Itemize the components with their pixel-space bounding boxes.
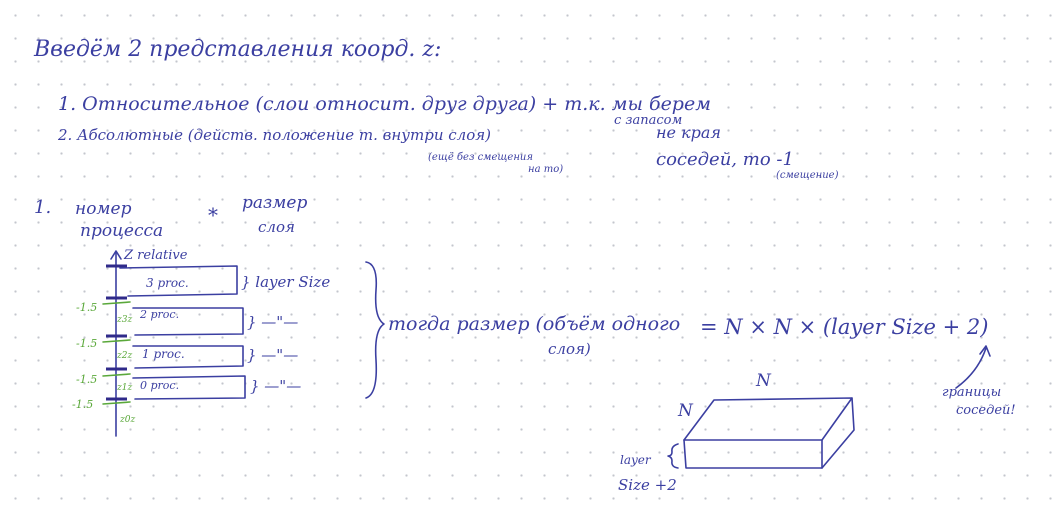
big-brace [365, 261, 385, 399]
box-top-label: N [755, 371, 772, 391]
offset-tick-3 [102, 301, 131, 305]
then-size-subtext: слоя) [548, 340, 591, 358]
sub-label-2: z2z [116, 351, 132, 361]
process-label-2: 2 proc. [139, 308, 179, 321]
item1-note-margin-d: (смещение) [776, 170, 839, 181]
z-axis-label: Z relative [123, 248, 188, 263]
offset-tick-1 [102, 373, 131, 377]
item1-note-margin-b: не края [656, 123, 721, 142]
item-absolute: 2. Абсолютные (действ. положение т. внут… [57, 126, 491, 144]
neighbors-label-a: границы [942, 385, 1001, 400]
box-top-face [683, 397, 853, 441]
item-relative: 1. Относительное (слои относит. друг дру… [58, 93, 711, 115]
offset-label-1: -1.5 [76, 373, 97, 386]
offset-label-0: -1.5 [72, 398, 93, 411]
box-left-label: N [677, 401, 694, 421]
note-canvas: Введём 2 представления коорд. z: 1. Отно… [33, 37, 1016, 494]
box-3d: N N layer Size +2 [618, 371, 855, 494]
formula-a-bottom: процесса [80, 221, 163, 241]
sub-label-1: z1z [116, 383, 132, 393]
item2-sub-b: на то) [528, 164, 563, 175]
formula-b-bottom: слоя [258, 218, 295, 236]
box-height-brace [667, 443, 679, 469]
box-front-face [683, 439, 823, 469]
box-side-label-a: layer [620, 453, 652, 467]
sub-label-0: z0z [119, 415, 135, 425]
formula-operator: * [208, 203, 218, 227]
formula-number: 1. [34, 197, 51, 218]
process-label-1: 1 proc. [142, 347, 185, 361]
bracket-label-3: } layer Size [241, 273, 330, 291]
offset-tick-0 [102, 401, 131, 405]
process-label-0: 0 proc. [140, 379, 179, 392]
then-size-text: тогда размер (объём одного [388, 313, 680, 335]
offset-label-2: -1.5 [76, 337, 97, 350]
sub-label-3: z3z [116, 315, 132, 325]
offset-tick-2 [102, 339, 131, 343]
box-side-label-b: Size +2 [618, 476, 677, 494]
item1-note-margin-c: соседей, то -1 [656, 149, 794, 170]
z-axis-diagram: Z relative -1.5 -1.5 -1.5 -1.5 z3z z2z z… [72, 248, 330, 437]
neighbors-arrow [955, 347, 987, 389]
formula-b-top: размер [242, 193, 307, 213]
bracket-label-2: } —"— [247, 313, 298, 331]
offset-label-3: -1.5 [76, 301, 97, 314]
bracket-label-0: } —"— [250, 377, 301, 395]
process-label-3: 3 proc. [146, 276, 189, 290]
neighbors-label-b: соседей! [956, 403, 1016, 418]
formula-a-top: номер [75, 199, 132, 219]
size-formula: = N × N × (layer Size + 2) [700, 315, 988, 339]
bracket-label-1: } —"— [247, 346, 298, 364]
note-title: Введём 2 представления коорд. z: [33, 37, 441, 62]
item2-sub-a: (ещё без смещения [428, 152, 533, 163]
